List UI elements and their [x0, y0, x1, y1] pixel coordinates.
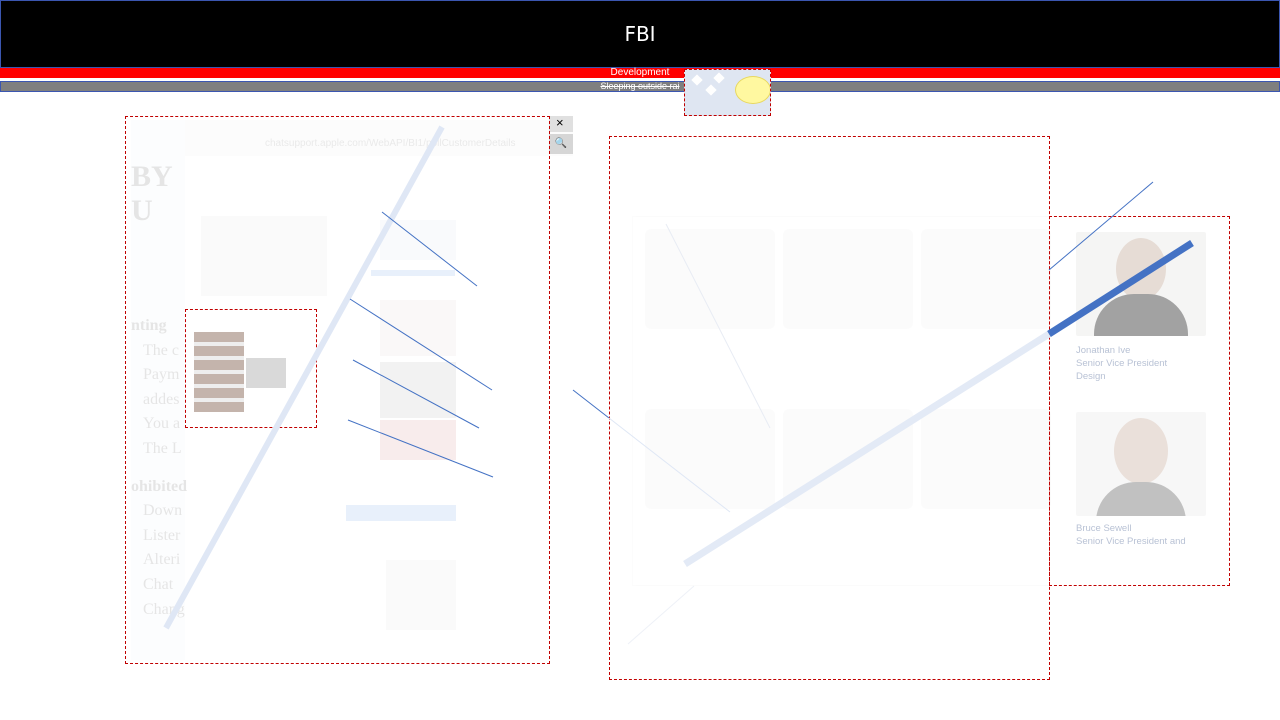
pointer-line: [352, 359, 480, 429]
highlight-thick-line: [1047, 240, 1194, 337]
pointer-line: [381, 211, 478, 287]
pointer-line: [347, 419, 494, 478]
annotation-lines: [163, 125, 1194, 645]
pointer-line: [572, 389, 610, 419]
faded-pointer-line: [627, 585, 695, 645]
faded-diagonal-line: [163, 125, 445, 630]
faded-pointer-line: [608, 417, 731, 513]
faded-pointer-line: [665, 223, 771, 429]
pointer-line: [349, 298, 493, 391]
pointer-line: [1048, 181, 1154, 271]
